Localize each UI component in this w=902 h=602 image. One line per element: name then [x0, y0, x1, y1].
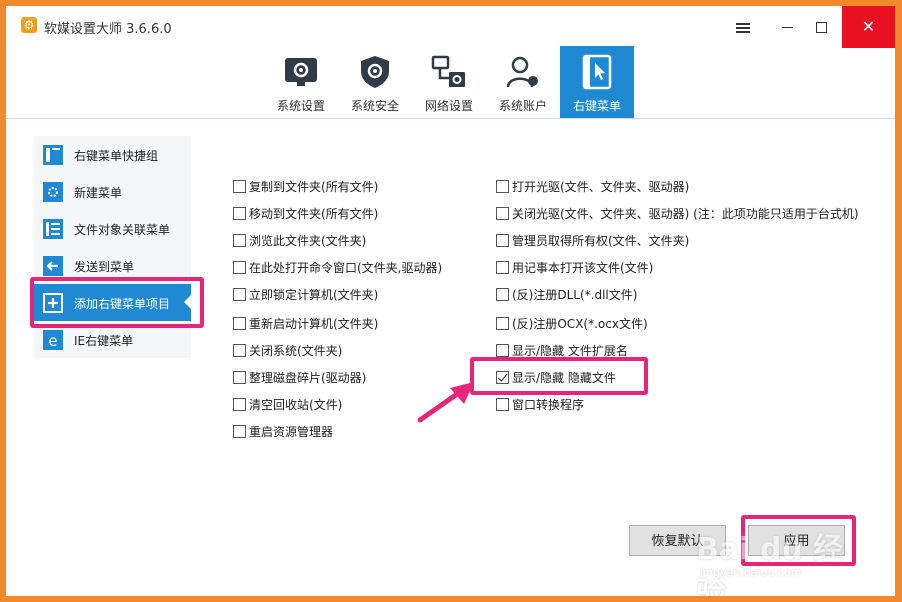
baidu-watermark: Bai du 经验 jingyan.baidu.com: [696, 506, 866, 596]
sidebar-item-label: 文件对象关联菜单: [74, 223, 171, 237]
menu-button[interactable]: [724, 6, 762, 48]
option-label: 重启资源管理器: [249, 425, 334, 439]
option-label: 复制到文件夹(所有文件): [249, 180, 379, 194]
ie-icon: e: [43, 330, 63, 350]
checkbox[interactable]: [233, 317, 246, 330]
tab-context-menu[interactable]: 右键菜单: [560, 46, 634, 118]
svg-text:e: e: [48, 332, 57, 350]
sidebar-item-label: 发送到菜单: [74, 260, 135, 274]
context-group-icon: [43, 145, 63, 165]
close-icon: ✕: [861, 17, 876, 36]
option-label: 关闭系统(文件夹): [249, 344, 343, 358]
tab-system-accounts[interactable]: 系统账户: [486, 46, 560, 118]
close-button[interactable]: ✕: [842, 6, 895, 48]
checkbox[interactable]: [496, 180, 509, 193]
main-toolbar: 系统设置 系统安全 网络设置 系统账户 右键菜单: [6, 46, 895, 118]
minimize-icon: [781, 27, 793, 28]
tab-network-settings[interactable]: 网络设置: [412, 46, 486, 118]
send-to-icon: [43, 256, 63, 276]
option-label: 关闭光驱(文件、文件夹、驱动器) (注：此项功能只适用于台式机): [512, 207, 859, 221]
checkbox[interactable]: [233, 344, 246, 357]
watermark-brand: Bai du 经验: [696, 532, 844, 596]
checkbox[interactable]: [233, 261, 246, 274]
checkbox[interactable]: [496, 234, 509, 247]
checkbox[interactable]: [496, 288, 509, 301]
sidebar-item-file-assoc[interactable]: 文件对象关联菜单: [34, 210, 191, 247]
window-title: 软媒设置大师 3.6.6.0: [44, 22, 172, 37]
pointer-arrow-icon: [417, 382, 474, 423]
tab-system-security[interactable]: 系统安全: [338, 46, 412, 118]
network-icon: [431, 55, 465, 87]
tab-label: 网络设置: [424, 99, 473, 113]
checkbox[interactable]: [496, 261, 509, 274]
checkbox[interactable]: [233, 234, 246, 247]
highlight-box-sidebar: [30, 277, 204, 328]
tab-label: 系统安全: [350, 99, 399, 113]
checkbox[interactable]: [233, 425, 246, 438]
context-menu-cursor-icon: [582, 54, 612, 90]
option-label: 浏览此文件夹(文件夹): [249, 234, 367, 248]
option-label: (反)注册OCX(*.ocx文件): [512, 317, 648, 331]
tab-label: 系统设置: [276, 99, 325, 113]
tab-label: 右键菜单: [572, 99, 621, 113]
option-label: 移动到文件夹(所有文件): [249, 207, 379, 221]
checkbox[interactable]: [233, 371, 246, 384]
maximize-icon: [815, 22, 827, 33]
new-menu-icon: [43, 182, 63, 202]
checkbox[interactable]: [496, 207, 509, 220]
toolbar-divider: [6, 118, 895, 119]
users-icon: [506, 56, 538, 88]
option-label: 整理磁盘碎片(驱动器): [249, 371, 367, 385]
checkbox[interactable]: [233, 180, 246, 193]
checkbox[interactable]: [233, 398, 246, 411]
hamburger-icon: [736, 26, 750, 29]
option-label: (反)注册DLL(*.dll文件): [512, 288, 638, 302]
option-label: 在此处打开命令窗口(文件夹,驱动器): [249, 261, 443, 275]
sidebar-item-new-menu[interactable]: 新建菜单: [34, 173, 191, 210]
option-label: 管理员取得所有权(文件、文件夹): [512, 234, 690, 248]
option-label: 打开光驱(文件、文件夹、驱动器): [512, 180, 690, 194]
option-label: 立即锁定计算机(文件夹): [249, 288, 379, 302]
monitor-gear-icon: [285, 58, 317, 86]
shield-gear-icon: [361, 56, 389, 88]
maximize-button[interactable]: [802, 6, 840, 48]
highlight-box-option: [470, 357, 648, 395]
minimize-button[interactable]: [768, 6, 806, 48]
sidebar-item-label: 新建菜单: [74, 186, 123, 200]
watermark-url: jingyan.baidu.com: [700, 566, 802, 579]
option-label: 用记事本打开该文件(文件): [512, 261, 654, 275]
tab-system-settings[interactable]: 系统设置: [264, 46, 338, 118]
file-assoc-icon: [43, 219, 63, 239]
checkbox[interactable]: [496, 398, 509, 411]
option-label: 窗口转换程序: [512, 398, 585, 412]
checkbox[interactable]: [496, 317, 509, 330]
sidebar-item-label: 右键菜单快捷组: [74, 149, 159, 163]
sidebar-item-context-group[interactable]: 右键菜单快捷组: [34, 136, 191, 173]
checkbox[interactable]: [496, 344, 509, 357]
option-label: 重新启动计算机(文件夹): [249, 317, 379, 331]
checkbox[interactable]: [233, 207, 246, 220]
option-label: 清空回收站(文件): [249, 398, 343, 412]
checkbox[interactable]: [233, 288, 246, 301]
app-logo-icon: ⚙: [21, 17, 37, 33]
app-window: ⚙ 软媒设置大师 3.6.6.0 ✕ 系统设置 系统安全 网络设置 系统账户 右…: [6, 6, 895, 596]
title-bar[interactable]: ⚙ 软媒设置大师 3.6.6.0 ✕: [6, 6, 895, 48]
sidebar-item-label: IE右键菜单: [74, 334, 134, 348]
tab-label: 系统账户: [498, 99, 547, 113]
